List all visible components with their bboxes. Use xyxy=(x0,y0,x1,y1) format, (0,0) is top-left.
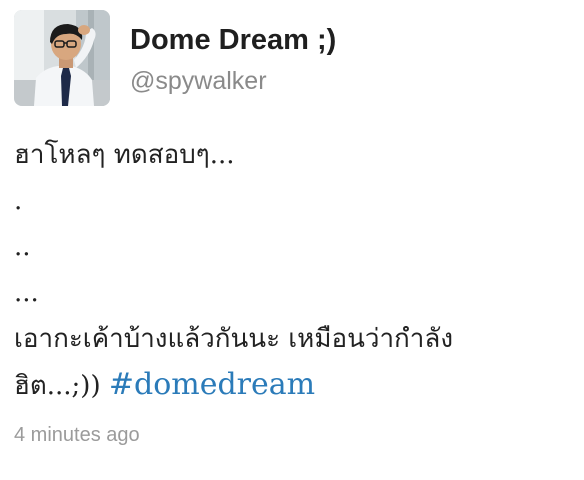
tweet-line-last: ฮิต...;)) #domedream xyxy=(14,362,570,408)
tweet-timestamp[interactable]: 4 minutes ago xyxy=(14,424,140,447)
author-handle[interactable]: @spywalker xyxy=(130,67,267,96)
hashtag-link[interactable]: #domedream xyxy=(109,367,315,402)
tweet-line: ... xyxy=(14,278,39,308)
tweet-line: . xyxy=(14,186,23,216)
tweet-line: .. xyxy=(14,232,31,262)
author-display-name[interactable]: Dome Dream ;) xyxy=(130,24,336,57)
tweet-card: Dome Dream ;) @spywalker ฮาโหลๆ ทดสอบๆ..… xyxy=(0,0,584,480)
tweet-line-text: ฮิต...;)) xyxy=(14,371,109,401)
avatar[interactable] xyxy=(14,10,110,106)
tweet-header: Dome Dream ;) @spywalker xyxy=(14,10,554,106)
tweet-text: ฮาโหลๆ ทดสอบๆ... . .. ... เอากะเค้าบ้างแ… xyxy=(14,132,570,408)
tweet-line: เอากะเค้าบ้างแล้วกันนะ เหมือนว่ากำลัง xyxy=(14,324,454,354)
profile-photo-icon xyxy=(14,10,110,106)
tweet-line: ฮาโหลๆ ทดสอบๆ... xyxy=(14,140,235,170)
